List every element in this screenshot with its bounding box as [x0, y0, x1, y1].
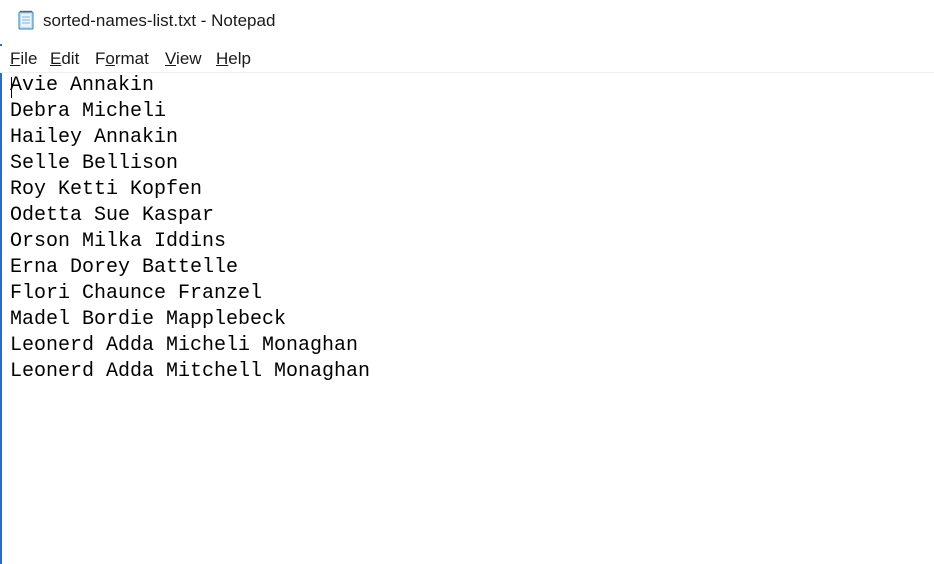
text-line[interactable]: Roy Ketti Kopfen: [10, 177, 370, 203]
menu-view-label: iew: [176, 49, 202, 68]
window-title: sorted-names-list.txt - Notepad: [43, 11, 276, 30]
text-line[interactable]: Orson Milka Iddins: [10, 229, 370, 255]
text-line[interactable]: Erna Dorey Battelle: [10, 255, 370, 281]
text-line[interactable]: Odetta Sue Kaspar: [10, 203, 370, 229]
menu-edit[interactable]: Edit: [50, 49, 79, 69]
menu-file-mnemonic: F: [10, 49, 21, 68]
notepad-window: sorted-names-list.txt - Notepad File Edi…: [0, 0, 934, 564]
text-line[interactable]: Leonerd Adda Micheli Monaghan: [10, 333, 370, 359]
title-bar[interactable]: sorted-names-list.txt - Notepad: [0, 0, 934, 44]
text-content[interactable]: Avie Annakin Debra Micheli Hailey Annaki…: [10, 73, 370, 385]
notepad-icon: [18, 10, 34, 30]
text-line[interactable]: Hailey Annakin: [10, 125, 370, 151]
menu-edit-label: dit: [61, 49, 80, 68]
text-line[interactable]: Flori Chaunce Franzel: [10, 281, 370, 307]
text-line[interactable]: Selle Bellison: [10, 151, 370, 177]
menu-help[interactable]: Help: [216, 49, 251, 69]
menu-edit-mnemonic: E: [50, 49, 62, 68]
menu-help-label: elp: [228, 49, 251, 68]
menu-format[interactable]: Format: [95, 49, 149, 69]
menu-file[interactable]: File: [10, 49, 37, 69]
menu-format-prefix: F: [95, 49, 106, 68]
menu-format-mnemonic: o: [105, 49, 115, 68]
text-line[interactable]: Avie Annakin: [10, 73, 370, 99]
menu-view-mnemonic: V: [165, 49, 177, 68]
text-line[interactable]: Madel Bordie Mapplebeck: [10, 307, 370, 333]
menu-view[interactable]: View: [165, 49, 202, 69]
text-line[interactable]: Debra Micheli: [10, 99, 370, 125]
menu-file-label: ile: [20, 49, 38, 68]
menu-bar: File Edit Format View Help: [0, 46, 934, 72]
text-editor[interactable]: Avie Annakin Debra Micheli Hailey Annaki…: [2, 73, 934, 564]
menu-help-mnemonic: H: [216, 49, 229, 68]
text-line[interactable]: Leonerd Adda Mitchell Monaghan: [10, 359, 370, 385]
menu-format-label: rmat: [114, 49, 149, 68]
